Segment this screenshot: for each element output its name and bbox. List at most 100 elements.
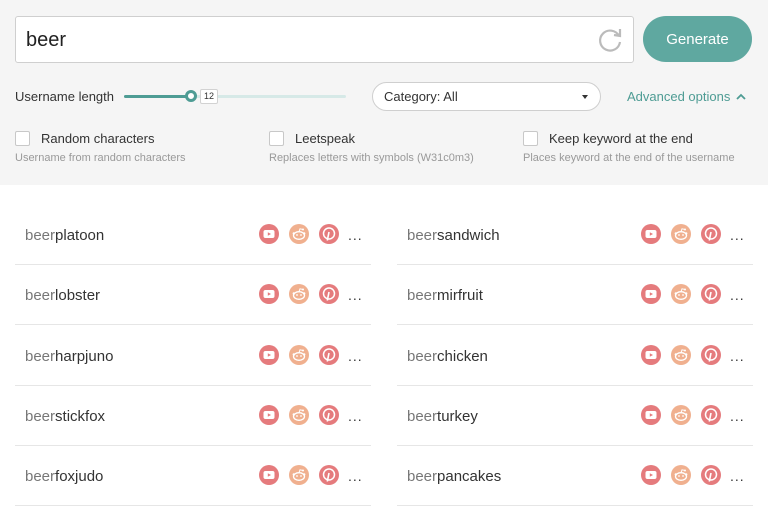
pinterest-icon[interactable] — [701, 344, 721, 365]
youtube-icon[interactable] — [259, 344, 279, 365]
pinterest-icon[interactable] — [701, 404, 721, 425]
youtube-icon[interactable] — [641, 404, 661, 425]
username-suffix: lobster — [55, 287, 101, 305]
username-text[interactable]: beermirfruit — [407, 287, 483, 304]
username-keyword: beer — [25, 287, 56, 305]
youtube-icon[interactable] — [641, 284, 661, 305]
advanced-options-toggle[interactable]: Advanced options — [627, 89, 746, 104]
refresh-icon[interactable] — [595, 25, 625, 55]
more-options-button[interactable]: ... — [730, 287, 745, 303]
username-row[interactable]: beerturkey... — [397, 386, 753, 446]
username-row[interactable]: beermirfruit... — [397, 265, 753, 326]
username-text[interactable]: beerpancakes — [407, 468, 501, 485]
username-keyword: beer — [25, 468, 56, 486]
username-keyword: beer — [407, 227, 438, 244]
username-suffix: turkey — [437, 407, 478, 425]
username-row[interactable]: beerchicken... — [397, 326, 753, 386]
username-length-label: Username length — [15, 89, 114, 104]
username-row[interactable]: beerfoxjudo... — [15, 446, 371, 507]
youtube-icon[interactable] — [641, 465, 661, 486]
pinterest-icon[interactable] — [319, 465, 339, 486]
pinterest-icon[interactable] — [701, 224, 721, 244]
reddit-icon[interactable] — [671, 284, 691, 305]
username-suffix: harpjuno — [55, 347, 114, 365]
search-input[interactable] — [26, 26, 586, 54]
youtube-icon[interactable] — [259, 404, 279, 425]
keep-keyword-checkbox[interactable] — [523, 131, 538, 146]
more-options-button[interactable]: ... — [348, 408, 363, 424]
pinterest-icon[interactable] — [319, 224, 339, 244]
username-text[interactable]: beerturkey — [407, 408, 478, 425]
search-box — [15, 16, 634, 63]
more-options-button[interactable]: ... — [348, 227, 363, 243]
option-label: Random characters — [41, 131, 155, 146]
option-label: Keep keyword at the end — [549, 131, 693, 146]
option-label: Leetspeak — [295, 131, 355, 146]
username-text[interactable]: beerstickfox — [25, 408, 105, 425]
username-suffix: pancakes — [437, 468, 502, 486]
category-select[interactable]: Category: All — [372, 82, 601, 111]
option-description: Username from random characters — [15, 152, 186, 164]
more-options-button[interactable]: ... — [730, 468, 745, 484]
random-characters-checkbox[interactable] — [15, 131, 30, 146]
youtube-icon[interactable] — [259, 224, 279, 244]
reddit-icon[interactable] — [289, 344, 309, 365]
reddit-icon[interactable] — [289, 284, 309, 305]
youtube-icon[interactable] — [259, 284, 279, 305]
username-row[interactable]: beerstickfox... — [15, 386, 371, 446]
pinterest-icon[interactable] — [319, 284, 339, 305]
youtube-icon[interactable] — [641, 344, 661, 365]
username-length-slider[interactable] — [124, 90, 346, 102]
username-text[interactable]: beerplatoon — [25, 227, 104, 244]
youtube-icon[interactable] — [641, 224, 661, 244]
more-options-button[interactable]: ... — [348, 468, 363, 484]
username-suffix: stickfox — [55, 407, 106, 425]
username-suffix: platoon — [55, 227, 105, 244]
pinterest-icon[interactable] — [701, 465, 721, 486]
username-keyword: beer — [25, 347, 56, 365]
reddit-icon[interactable] — [671, 404, 691, 425]
username-text[interactable]: beersandwich — [407, 227, 500, 244]
username-row[interactable]: beerlobster... — [15, 265, 371, 326]
more-options-button[interactable]: ... — [730, 227, 745, 243]
more-options-button[interactable]: ... — [730, 348, 745, 364]
more-options-button[interactable]: ... — [730, 408, 745, 424]
generate-button[interactable]: Generate — [643, 16, 752, 62]
reddit-icon[interactable] — [671, 344, 691, 365]
username-suffix: sandwich — [437, 227, 500, 244]
username-keyword: beer — [407, 347, 438, 365]
reddit-icon[interactable] — [289, 404, 309, 425]
youtube-icon[interactable] — [259, 465, 279, 486]
username-text[interactable]: beerchicken — [407, 348, 488, 365]
advanced-options-label: Advanced options — [627, 89, 731, 104]
pinterest-icon[interactable] — [319, 344, 339, 365]
username-row[interactable]: beerharpjuno... — [15, 326, 371, 386]
username-text[interactable]: beerlobster — [25, 287, 100, 304]
username-suffix: chicken — [437, 347, 488, 365]
username-row[interactable]: beerpancakes... — [397, 446, 753, 507]
more-options-button[interactable]: ... — [348, 348, 363, 364]
username-text[interactable]: beerfoxjudo — [25, 468, 103, 485]
pinterest-icon[interactable] — [701, 284, 721, 305]
reddit-icon[interactable] — [671, 465, 691, 486]
username-keyword: beer — [25, 227, 56, 244]
pinterest-icon[interactable] — [319, 404, 339, 425]
slider-handle[interactable] — [185, 90, 197, 102]
reddit-icon[interactable] — [289, 224, 309, 244]
option-description: Replaces letters with symbols (W31c0m3) — [269, 152, 474, 164]
reddit-icon[interactable] — [289, 465, 309, 486]
generator-panel: Generate Username length 12 Category: Al… — [0, 0, 768, 185]
username-keyword: beer — [407, 407, 438, 425]
username-keyword: beer — [407, 468, 438, 486]
reddit-icon[interactable] — [671, 224, 691, 244]
username-length-value: 12 — [200, 89, 218, 104]
option-description: Places keyword at the end of the usernam… — [523, 152, 735, 164]
username-suffix: foxjudo — [55, 468, 104, 486]
username-suffix: mirfruit — [437, 287, 483, 305]
username-keyword: beer — [407, 287, 438, 305]
username-row[interactable]: beerplatoon... — [15, 205, 371, 265]
leetspeak-checkbox[interactable] — [269, 131, 284, 146]
username-text[interactable]: beerharpjuno — [25, 348, 113, 365]
username-row[interactable]: beersandwich... — [397, 205, 753, 265]
more-options-button[interactable]: ... — [348, 287, 363, 303]
